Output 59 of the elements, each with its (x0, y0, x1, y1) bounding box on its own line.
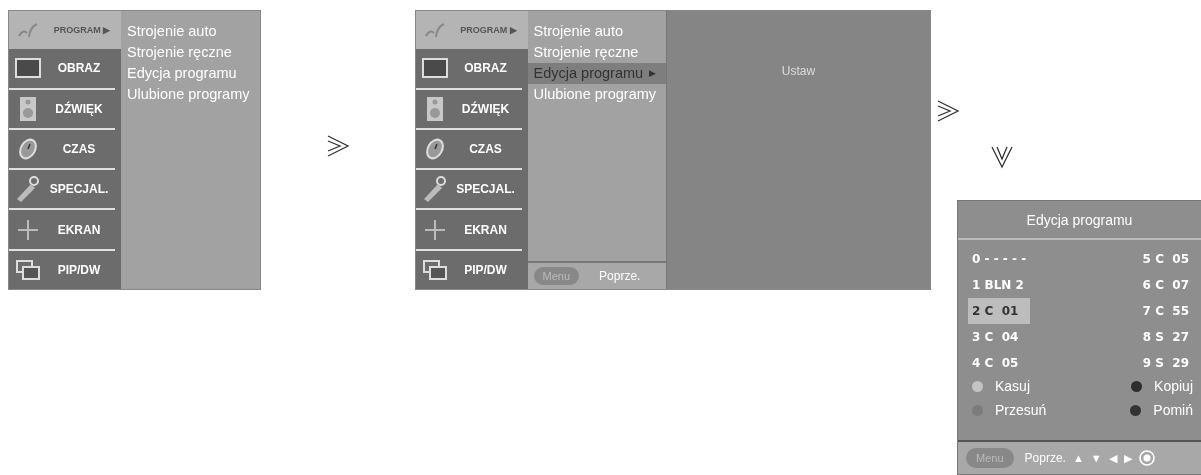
back-label: Poprze. (599, 269, 641, 283)
speaker-icon (19, 95, 37, 122)
menu-item[interactable]: Strojenie ręczne (527, 42, 667, 63)
antenna-icon (17, 21, 39, 40)
screen-icon (15, 58, 41, 79)
channel-item[interactable]: 3 C 04 (968, 324, 1023, 350)
channel-item[interactable]: 8 S 27 (1138, 324, 1193, 350)
menu-tab[interactable]: PIP/DW (9, 250, 115, 289)
menu-tab[interactable]: SPECJAL. (9, 170, 115, 211)
legend-label: Pomiń (1153, 402, 1193, 418)
legend-label: Kasuj (995, 378, 1031, 394)
back-label: Poprze. (1024, 451, 1066, 465)
antenna-icon (423, 21, 446, 40)
channel-item[interactable]: 9 S 29 (1138, 350, 1193, 376)
menu-item[interactable]: Edycja programu (121, 63, 260, 84)
menu-item[interactable]: Ulubione programy (527, 84, 667, 105)
menu-tab[interactable]: SPECJAL. (415, 170, 522, 211)
speaker-icon (425, 95, 444, 122)
menu-tab[interactable]: OBRAZ (415, 49, 522, 90)
channel-item[interactable]: 7 C 55 (1138, 298, 1193, 324)
menu-tab[interactable]: PROGRAM ▶ (415, 11, 528, 50)
arrows-cross-icon (17, 218, 39, 241)
menu-tab[interactable]: OBRAZ (9, 49, 115, 90)
channel-item[interactable]: 4 C 05 (968, 350, 1023, 376)
nav-arrow[interactable]: ▼ (1090, 452, 1102, 464)
pip-icon (16, 259, 40, 280)
menu-tab[interactable]: PROGRAM ▶ (9, 11, 121, 50)
ok-icon[interactable] (1138, 450, 1155, 466)
clock-icon (423, 138, 446, 160)
menu-tab[interactable]: DŹWIĘK (415, 89, 522, 130)
arrows-cross-icon (423, 218, 446, 241)
tag-icon (15, 175, 41, 204)
menu-item[interactable]: Ulubione programy (121, 84, 260, 105)
channel-item[interactable]: 2 C 01 (968, 298, 1031, 324)
legend-label: Przesuń (995, 402, 1047, 418)
menu-item[interactable]: Edycja programu ▶ (527, 63, 667, 84)
screen-icon (421, 58, 448, 79)
channel-item[interactable]: 6 C 07 (1138, 272, 1193, 298)
menu-tab[interactable]: DŹWIĘK (9, 89, 115, 130)
channel-item[interactable]: 0 - - - - - (968, 246, 1031, 272)
tag-icon (421, 175, 448, 204)
menu-item[interactable]: Strojenie auto (527, 21, 667, 42)
menu-tab[interactable]: PIP/DW (415, 250, 522, 289)
nav-arrow[interactable]: ▶ (1123, 451, 1132, 465)
menu-tab[interactable]: EKRAN (9, 210, 115, 251)
menu-tab[interactable]: CZAS (415, 129, 522, 171)
nav-arrow[interactable]: ◀ (1108, 451, 1117, 465)
pip-icon (422, 259, 447, 280)
legend-label: Kopiuj (1154, 378, 1193, 394)
menu-tab[interactable]: EKRAN (415, 210, 522, 251)
nav-arrow[interactable]: ▲ (1072, 452, 1084, 464)
menu-item[interactable]: Strojenie auto (121, 21, 260, 42)
clock-icon (17, 138, 39, 160)
channel-item[interactable]: 1 BLN 2 (968, 272, 1028, 298)
panel-title: Edycja programu (958, 201, 1201, 240)
menu-item[interactable]: Strojenie ręczne (121, 42, 260, 63)
panel-label: Ustaw (781, 64, 816, 80)
channel-item[interactable]: 5 C 05 (1138, 246, 1193, 272)
menu-tab[interactable]: CZAS (9, 129, 115, 171)
